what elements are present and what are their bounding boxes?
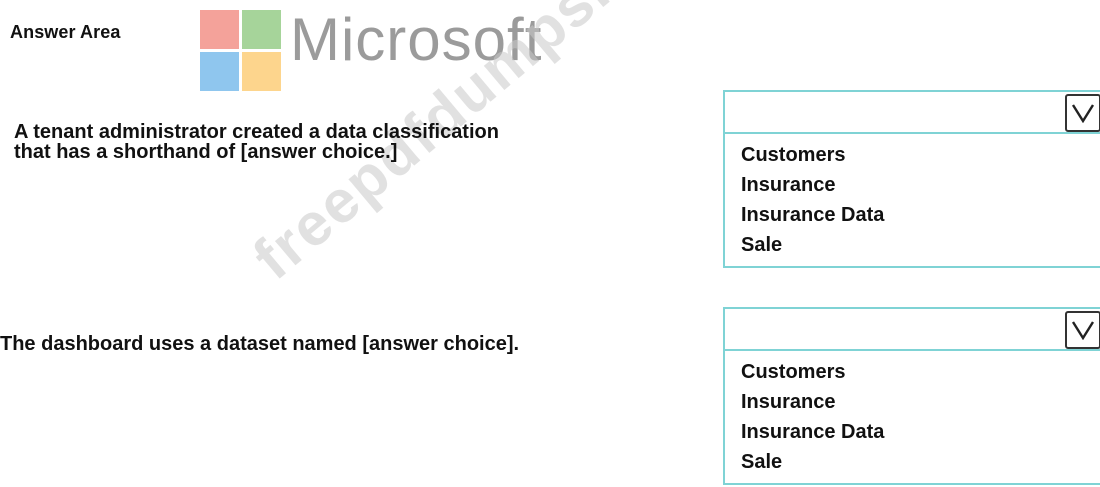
dropdown-1-option-insurance[interactable]: Insurance [741, 170, 1100, 200]
answer-dropdown-2-options: Customers Insurance Insurance Data Sale [723, 351, 1100, 485]
dropdown-2-option-sale[interactable]: Sale [741, 447, 1100, 477]
question-1-line-1: A tenant administrator created a data cl… [14, 121, 499, 143]
microsoft-logo-icon [200, 10, 282, 92]
dropdown-2-option-insurance[interactable]: Insurance [741, 387, 1100, 417]
logo-blue-square [200, 52, 239, 91]
answer-dropdown-1: Customers Insurance Insurance Data Sale [723, 90, 1100, 268]
question-1-text: A tenant administrator created a data cl… [14, 122, 694, 162]
answer-area-label: Answer Area [10, 22, 121, 42]
chevron-down-icon [1071, 321, 1095, 340]
question-1-line-2: that has a shorthand of [answer choice.] [14, 141, 398, 163]
dropdown-1-option-customers[interactable]: Customers [741, 140, 1100, 170]
microsoft-wordmark: Microsoft [290, 6, 543, 73]
answer-dropdown-2: Customers Insurance Insurance Data Sale [723, 307, 1100, 485]
dropdown-2-option-customers[interactable]: Customers [741, 357, 1100, 387]
dropdown-2-toggle-button[interactable] [1065, 311, 1100, 349]
logo-red-square [200, 10, 239, 49]
dropdown-1-toggle-button[interactable] [1065, 94, 1100, 132]
dropdown-1-option-insurance-data[interactable]: Insurance Data [741, 200, 1100, 230]
dropdown-1-option-sale[interactable]: Sale [741, 230, 1100, 260]
answer-dropdown-1-options: Customers Insurance Insurance Data Sale [723, 134, 1100, 268]
answer-dropdown-2-select[interactable] [723, 307, 1100, 351]
chevron-down-icon [1071, 104, 1095, 123]
question-2-text: The dashboard uses a dataset named [answ… [0, 333, 520, 355]
answer-dropdown-1-select[interactable] [723, 90, 1100, 134]
logo-yellow-square [242, 52, 281, 91]
dropdown-2-option-insurance-data[interactable]: Insurance Data [741, 417, 1100, 447]
logo-green-square [242, 10, 281, 49]
